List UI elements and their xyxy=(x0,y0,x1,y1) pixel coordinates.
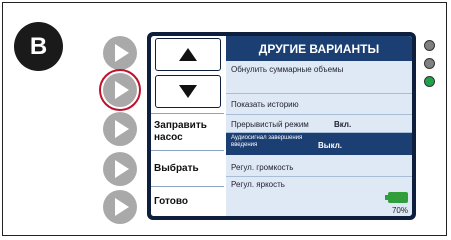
menu-item-label: Прерывистый режим xyxy=(231,120,309,129)
softkey-3-button[interactable] xyxy=(103,112,137,146)
play-icon xyxy=(115,120,129,138)
prime-pump-label: Заправить насос xyxy=(154,120,207,143)
select-label: Выбрать xyxy=(154,162,199,174)
menu-item-label: Показать историю xyxy=(231,100,299,109)
menu-item-value: Вкл. xyxy=(334,120,352,129)
select-button[interactable]: Выбрать xyxy=(151,151,224,187)
screen-title: ДРУГИЕ ВАРИАНТЫ xyxy=(226,36,412,61)
screen-side-panel: Заправить насос Выбрать Готово xyxy=(151,36,224,216)
menu-item-label: Обнулить суммарные объемы xyxy=(231,65,344,74)
menu-item-intermittent-mode[interactable]: Прерывистый режим Вкл. xyxy=(226,115,412,133)
play-icon xyxy=(115,44,129,62)
play-icon xyxy=(115,160,129,178)
softkey-4-button[interactable] xyxy=(103,152,137,186)
pump-device: Заправить насос Выбрать Готово ДРУГИЕ ВА… xyxy=(147,32,416,220)
status-led-2 xyxy=(424,58,435,69)
menu-item-reset-totals[interactable]: Обнулить суммарные объемы xyxy=(226,61,412,94)
figure-badge: B xyxy=(14,22,63,71)
status-led-3 xyxy=(424,76,435,87)
done-button[interactable]: Готово xyxy=(151,187,224,216)
softkey-5-button[interactable] xyxy=(103,190,137,224)
menu-item-label: Аудиосигнал завершения введения xyxy=(231,135,303,148)
scroll-up-button[interactable] xyxy=(155,38,221,71)
battery-percentage: 70% xyxy=(391,206,408,215)
menu-item-show-history[interactable]: Показать историю xyxy=(226,94,412,115)
status-led-1 xyxy=(424,40,435,51)
battery-icon xyxy=(385,192,408,203)
play-icon xyxy=(115,198,129,216)
softkey-1-button[interactable] xyxy=(103,36,137,70)
menu-item-value: Выкл. xyxy=(318,141,343,150)
play-icon xyxy=(115,81,129,99)
menu-item-label: Регул. громкость xyxy=(231,163,294,172)
options-panel: ДРУГИЕ ВАРИАНТЫ Обнулить суммарные объем… xyxy=(226,36,412,216)
softkey-2-button[interactable] xyxy=(99,69,141,111)
scroll-down-button[interactable] xyxy=(155,75,221,108)
arrow-down-icon xyxy=(179,85,197,98)
menu-item-label: Регул. яркость xyxy=(231,180,285,189)
pump-screen: Заправить насос Выбрать Готово ДРУГИЕ ВА… xyxy=(151,36,412,216)
prime-pump-button[interactable]: Заправить насос xyxy=(151,113,224,151)
done-label: Готово xyxy=(154,195,189,207)
arrow-up-icon xyxy=(179,48,197,61)
menu-item-volume[interactable]: Регул. громкость xyxy=(226,155,412,177)
menu-item-completion-alarm[interactable]: Аудиосигнал завершения введения Выкл. xyxy=(226,133,412,155)
menu-item-brightness[interactable]: Регул. яркость xyxy=(226,177,412,191)
